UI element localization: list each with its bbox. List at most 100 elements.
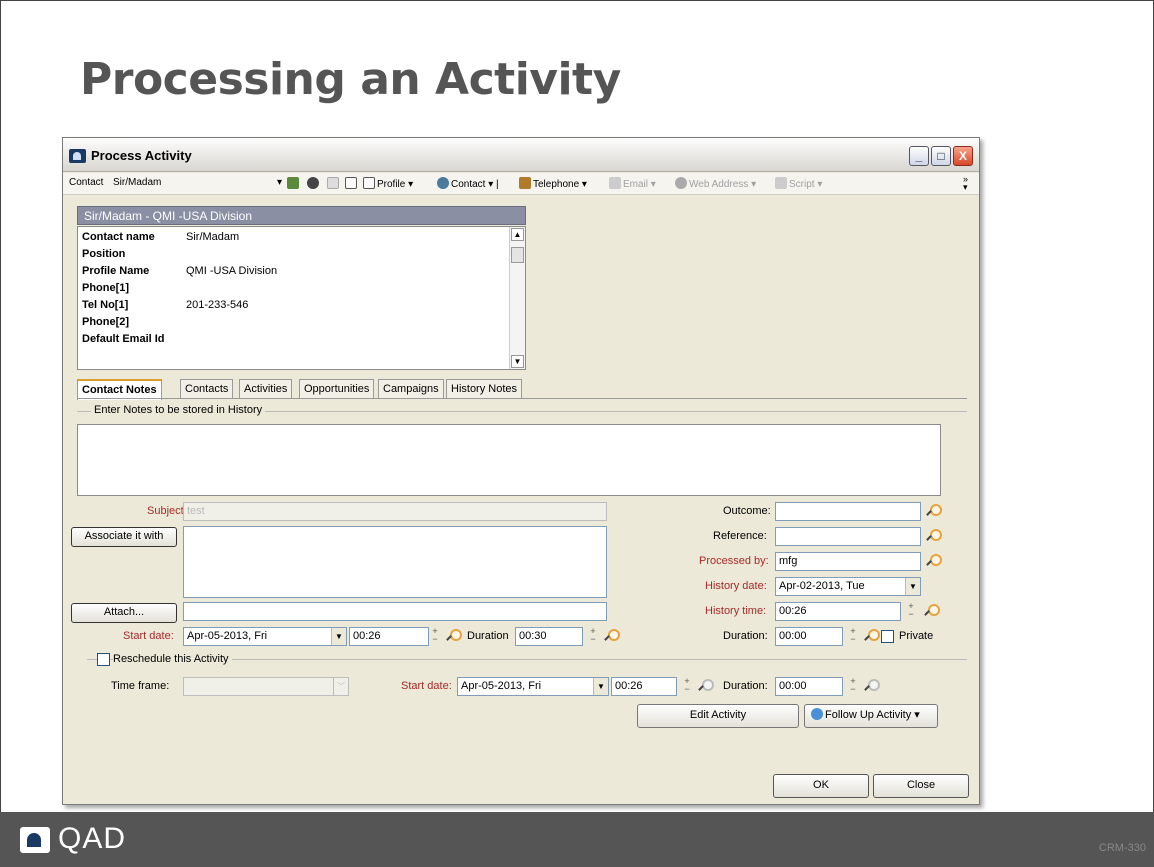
private-label: Private (899, 630, 934, 642)
title-bar[interactable]: Process Activity _ □ X (63, 138, 979, 172)
attach-button[interactable]: Attach... (71, 603, 177, 623)
right-duration-label: Duration: (723, 630, 768, 642)
email-icon (609, 177, 621, 189)
chevron-down-icon[interactable]: ﹀ (333, 678, 348, 695)
history-notes-textarea[interactable] (77, 424, 941, 496)
tab-history-notes[interactable]: History Notes (446, 379, 523, 399)
contact-person-icon (437, 177, 449, 189)
chevron-down-icon[interactable]: ▼ (593, 678, 608, 695)
resched-time-field[interactable]: 00:26 (611, 677, 677, 696)
right-duration-field[interactable]: 00:00 (775, 627, 843, 646)
notes-group-label: Enter Notes to be stored in History (91, 404, 266, 416)
history-time-field[interactable]: 00:26 (775, 602, 901, 621)
reschedule-checkbox[interactable] (97, 653, 110, 666)
search-icon[interactable] (445, 628, 462, 644)
info-value: QMI -USA Division (186, 265, 278, 277)
resched-duration-spinner-icon[interactable]: + − (845, 677, 861, 696)
start-date-combo[interactable]: Apr-05-2013, Fri ▼ (183, 627, 347, 646)
contact-header: Sir/Madam - QMI -USA Division (77, 206, 526, 225)
close-button[interactable]: Close (873, 774, 969, 798)
edit-note-icon[interactable] (327, 177, 341, 190)
processed-by-label: Processed by: (699, 555, 769, 567)
resched-time-spinner-icon[interactable]: + − (679, 677, 695, 696)
info-label: Default Email Id (82, 333, 165, 345)
window-title: Process Activity (91, 148, 192, 163)
search-icon[interactable] (923, 603, 940, 619)
search-icon[interactable] (925, 553, 942, 569)
search-icon[interactable] (697, 678, 714, 694)
tab-contacts[interactable]: Contacts (180, 379, 234, 399)
history-date-combo[interactable]: Apr-02-2013, Tue ▼ (775, 577, 921, 596)
search-icon[interactable] (863, 678, 880, 694)
contact-menu-label: Contact (451, 179, 486, 190)
reference-field[interactable] (775, 527, 921, 546)
search-icon[interactable] (925, 503, 942, 519)
profile-label: Profile (377, 179, 406, 190)
time-frame-combo[interactable]: ﹀ (183, 677, 349, 696)
processed-by-field[interactable]: mfg (775, 552, 921, 571)
scroll-thumb[interactable] (511, 247, 524, 263)
info-scrollbar[interactable]: ▲ ▼ (509, 227, 525, 369)
script-menu[interactable]: Script ▾ (775, 177, 822, 190)
info-icon[interactable] (307, 177, 321, 190)
resched-start-date-label: Start date: (401, 680, 452, 692)
private-checkbox[interactable] (881, 630, 894, 643)
duration-field[interactable]: 00:30 (515, 627, 583, 646)
chevron-down-icon[interactable]: ▼ (331, 628, 346, 645)
scroll-down-icon[interactable]: ▼ (511, 355, 524, 368)
close-window-button[interactable]: X (953, 146, 973, 166)
duration-label: Duration (467, 630, 509, 642)
info-label: Phone[2] (82, 316, 130, 328)
preview-icon[interactable] (345, 177, 359, 190)
contact-selector[interactable]: Sir/Madam (113, 177, 161, 188)
attachment-field[interactable] (183, 602, 607, 621)
contact-dropdown-icon[interactable]: ▾ (277, 177, 282, 188)
chevron-down-icon[interactable]: ▼ (905, 578, 920, 595)
slide-code: CRM-330 (1098, 842, 1146, 854)
edit-activity-button[interactable]: Edit Activity (637, 704, 799, 728)
search-icon[interactable] (925, 528, 942, 544)
minimize-button[interactable]: _ (909, 146, 929, 166)
telephone-icon (519, 177, 531, 189)
history-time-spinner-icon[interactable]: + − (903, 602, 919, 621)
info-value: 201-233-546 (186, 299, 249, 311)
start-time-field[interactable]: 00:26 (349, 627, 429, 646)
outcome-field[interactable] (775, 502, 921, 521)
info-label: Profile Name (82, 265, 150, 277)
contact-info-panel: Contact name Sir/Madam Position Profile N… (77, 226, 526, 370)
search-icon[interactable] (863, 628, 880, 644)
add-contact-icon[interactable] (287, 177, 301, 190)
maximize-button[interactable]: □ (931, 146, 951, 166)
start-time-spinner-icon[interactable]: + − (427, 627, 443, 646)
tab-contact-notes[interactable]: Contact Notes (77, 379, 162, 400)
process-activity-window: Process Activity _ □ X Contact Sir/Madam… (62, 137, 980, 805)
email-menu[interactable]: Email ▾ (609, 177, 656, 190)
toolbar-overflow-icon[interactable]: » ▾ (963, 175, 968, 192)
tab-opportunities[interactable]: Opportunities (299, 379, 375, 399)
tab-campaigns[interactable]: Campaigns (378, 379, 444, 399)
contact-menu[interactable]: Contact ▾ | (437, 177, 499, 190)
subject-label: Subject: (147, 505, 187, 517)
reschedule-label: Reschedule this Activity (113, 653, 232, 665)
right-duration-spinner-icon[interactable]: + − (845, 627, 861, 646)
tab-activities[interactable]: Activities (239, 379, 293, 399)
email-label: Email (623, 179, 649, 190)
history-date-value: Apr-02-2013, Tue (779, 580, 865, 592)
resched-duration-field[interactable]: 00:00 (775, 677, 843, 696)
telephone-menu[interactable]: Telephone ▾ (519, 177, 587, 190)
scroll-up-icon[interactable]: ▲ (511, 228, 524, 241)
follow-up-activity-button[interactable]: Follow Up Activity ▾ (804, 704, 938, 728)
script-label: Script (789, 179, 815, 190)
associate-button[interactable]: Associate it with (71, 527, 177, 547)
profile-menu[interactable]: Profile ▾ (363, 177, 413, 190)
info-label: Position (82, 248, 126, 260)
ok-button[interactable]: OK (773, 774, 869, 798)
associations-list[interactable] (183, 526, 607, 598)
duration-spinner-icon[interactable]: + − (585, 627, 601, 646)
web-address-menu[interactable]: Web Address ▾ (675, 177, 756, 190)
follow-up-icon (811, 708, 823, 720)
resched-start-date-combo[interactable]: Apr-05-2013, Fri ▼ (457, 677, 609, 696)
subject-field[interactable]: test (183, 502, 607, 521)
search-icon[interactable] (603, 628, 620, 644)
info-label: Tel No[1] (82, 299, 129, 311)
